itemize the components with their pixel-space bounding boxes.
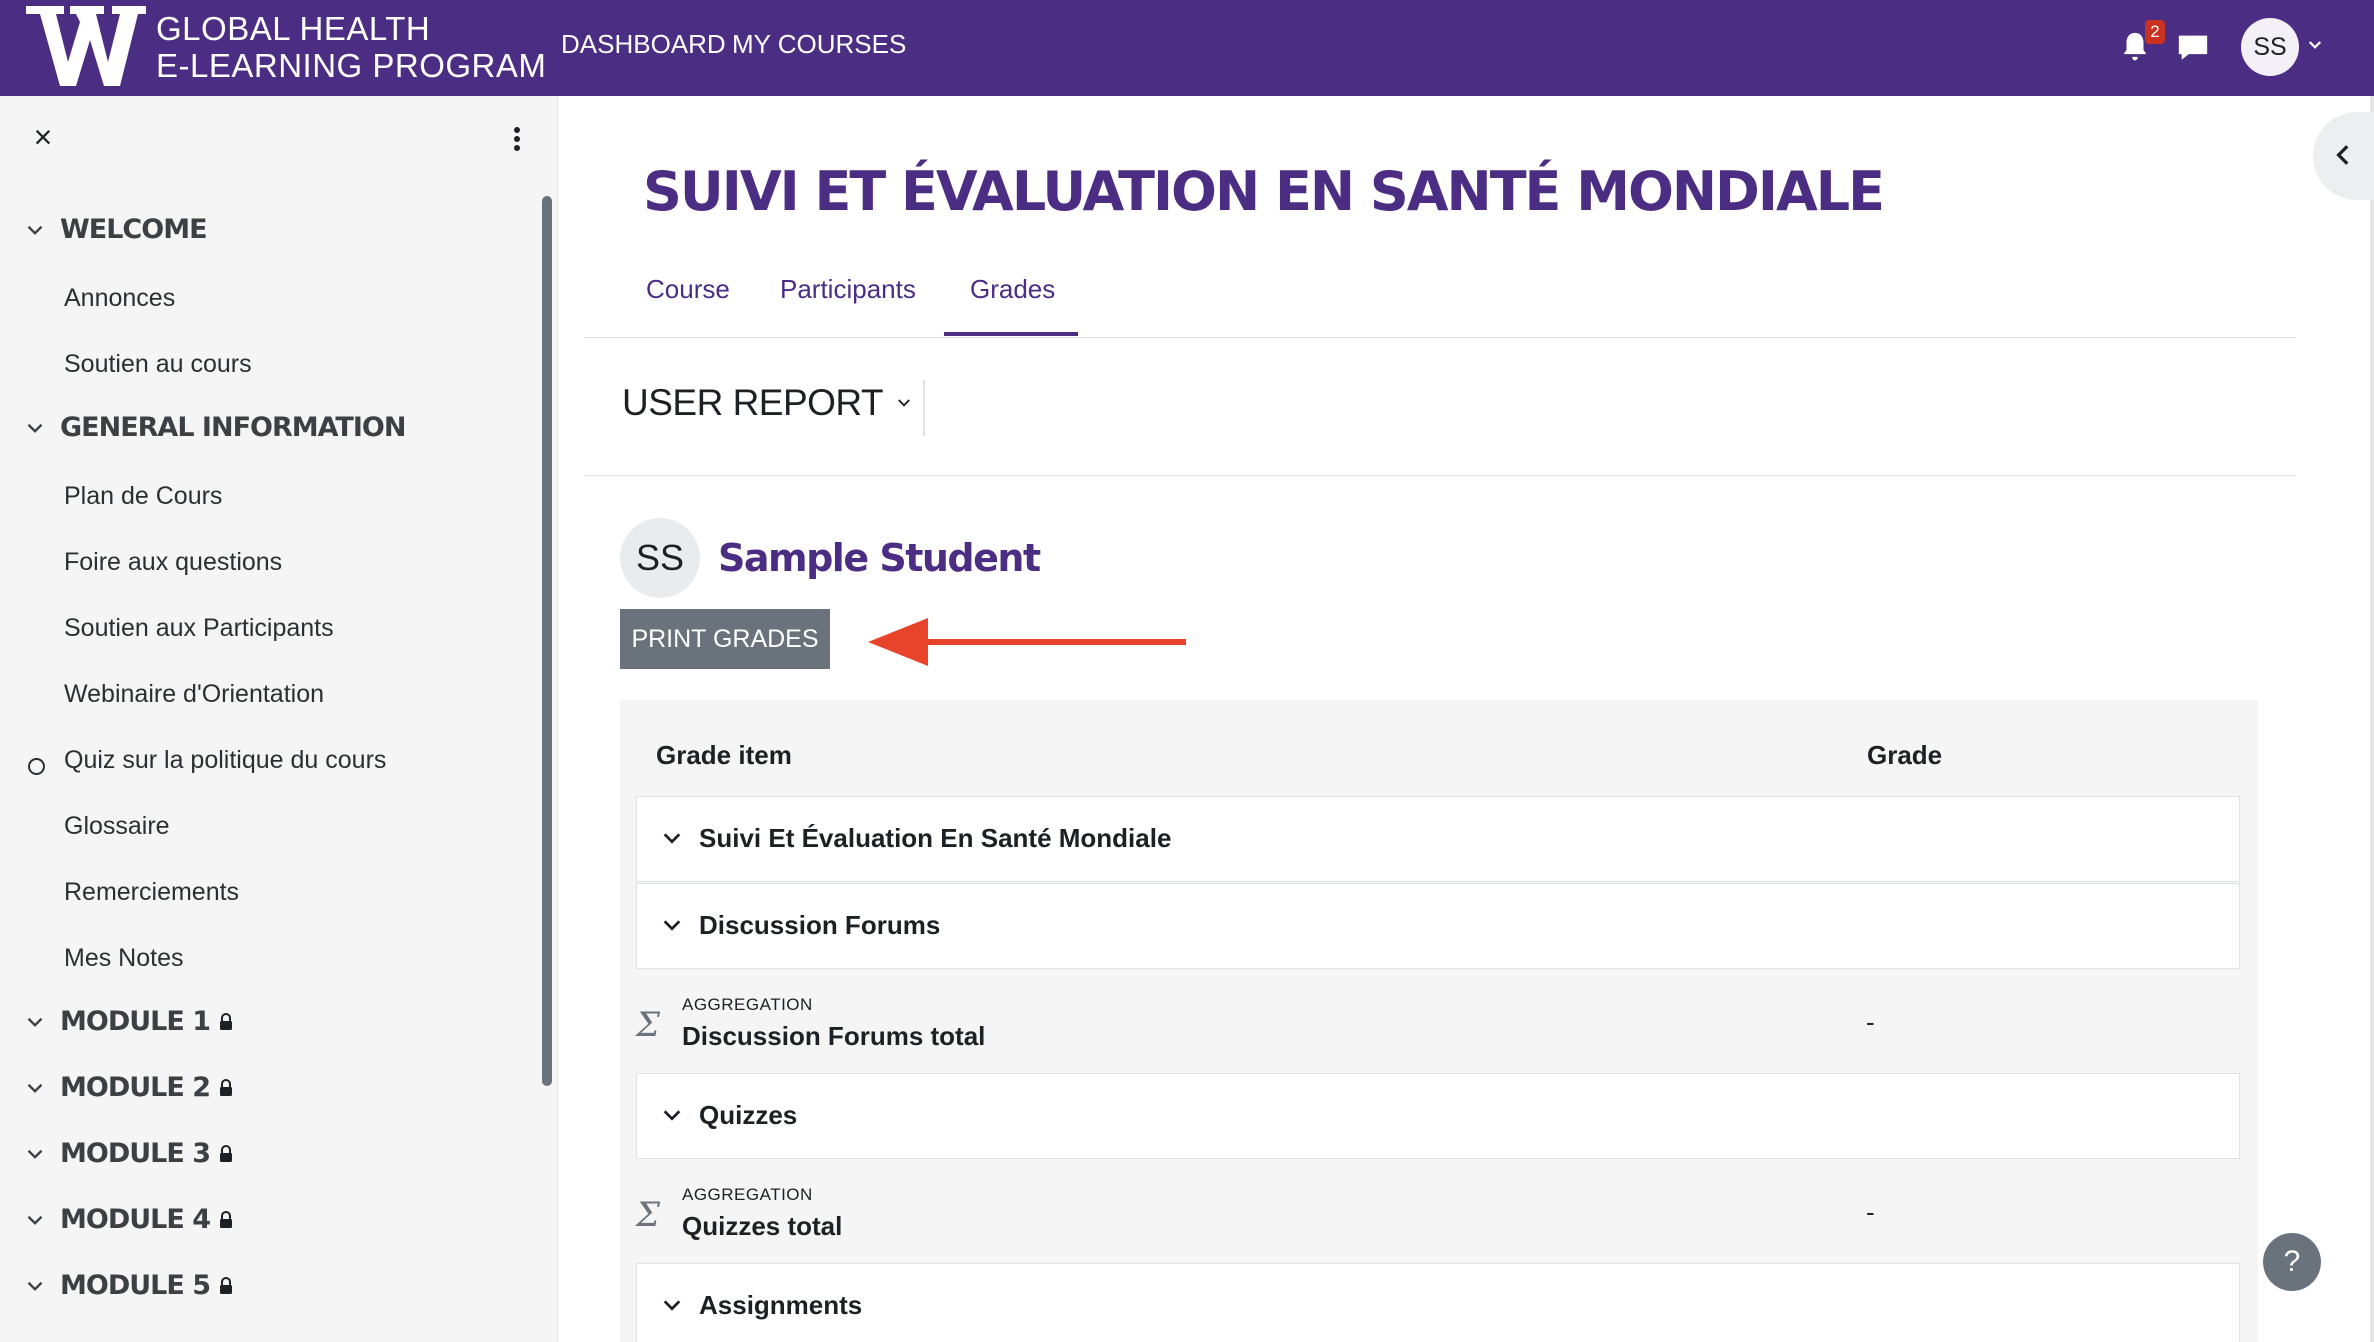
section-title: MODULE 2 [60, 1072, 211, 1103]
chevron-down-icon[interactable] [661, 1294, 683, 1316]
messages-chat-icon[interactable] [2176, 30, 2210, 64]
section-welcome[interactable]: WELCOME [22, 214, 208, 245]
section-title: MODULE 3 [60, 1138, 211, 1169]
toolbar-divider [923, 380, 925, 436]
section-module-1[interactable]: MODULE 1 [22, 1006, 234, 1037]
column-header-grade[interactable]: Grade [1867, 740, 1942, 771]
aggregation-tag: AGGREGATION [682, 995, 813, 1014]
drawer-item-quiz-politique[interactable]: Quiz sur la politique du cours [64, 746, 386, 775]
lock-icon [220, 1276, 232, 1294]
page-title: SUIVI ET ÉVALUATION EN SANTÉ MONDIALE [643, 160, 1885, 223]
aggregation-name: Discussion Forums total [682, 1021, 986, 1051]
report-selector-dropdown[interactable]: USER REPORT [622, 382, 913, 424]
section-title: MODULE 5 [60, 1270, 211, 1301]
nav-my-courses-link[interactable]: MY COURSES [732, 28, 906, 60]
chevron-down-icon[interactable] [22, 1075, 48, 1101]
category-row[interactable]: Quizzes [636, 1073, 2240, 1159]
student-name-link[interactable]: Sample Student [718, 536, 1041, 580]
drawer-item-soutien-au-cours[interactable]: Soutien au cours [64, 350, 252, 379]
drawer-item-foire-aux-questions[interactable]: Foire aux questions [64, 548, 282, 577]
report-toolbar: USER REPORT [584, 338, 2296, 476]
category-label: Quizzes [699, 1100, 798, 1130]
aggregation-name: Quizzes total [682, 1211, 843, 1241]
sigma-icon: Σ [636, 1005, 661, 1045]
nav-dashboard-link[interactable]: DASHBOARD [561, 28, 726, 60]
drawer-item-webinaire[interactable]: Webinaire d'Orientation [64, 680, 324, 709]
section-module-5[interactable]: MODULE 5 [22, 1270, 234, 1301]
section-title: MODULE 4 [60, 1204, 211, 1235]
drawer-item-remerciements[interactable]: Remerciements [64, 878, 239, 907]
section-title: MODULE 1 [60, 1006, 211, 1037]
sigma-icon: Σ [636, 1195, 661, 1235]
annotation-arrow-icon [868, 618, 1186, 666]
uw-logo-icon[interactable] [24, 2, 148, 88]
more-options-icon[interactable] [508, 122, 526, 156]
section-module-4[interactable]: MODULE 4 [22, 1204, 234, 1235]
report-selector-label: USER REPORT [622, 382, 884, 423]
drawer-item-annonces[interactable]: Annonces [64, 284, 175, 313]
right-drawer-edge [2370, 96, 2374, 1342]
drawer-item-plan-de-cours[interactable]: Plan de Cours [64, 482, 222, 511]
lock-icon [220, 1078, 232, 1096]
tab-grades[interactable]: Grades [970, 274, 1055, 305]
tab-participants[interactable]: Participants [780, 274, 916, 305]
close-drawer-icon[interactable]: × [28, 121, 58, 153]
help-button[interactable]: ? [2263, 1233, 2321, 1291]
section-title: GENERAL INFORMATION [60, 412, 406, 443]
chevron-down-icon[interactable] [22, 1207, 48, 1233]
category-label: Discussion Forums [699, 910, 941, 940]
category-row[interactable]: Discussion Forums [636, 883, 2240, 969]
lock-icon [220, 1144, 232, 1162]
drawer-item-soutien-aux-participants[interactable]: Soutien aux Participants [64, 614, 334, 643]
active-tab-indicator [944, 332, 1078, 336]
chevron-down-icon [898, 399, 911, 407]
course-index-drawer: × WELCOME Annonces Soutien au cours GENE… [0, 96, 558, 1342]
top-navbar: GLOBAL HEALTH E-LEARNING PROGRAM DASHBOA… [0, 0, 2374, 96]
aggregation-row: Σ AGGREGATION Quizzes total - [636, 1159, 2240, 1263]
aggregation-row: Σ AGGREGATION Discussion Forums total - [636, 969, 2240, 1073]
lock-icon [220, 1210, 232, 1228]
chevron-down-icon[interactable] [22, 1009, 48, 1035]
student-avatar: SS [620, 518, 700, 598]
category-row[interactable]: Assignments [636, 1263, 2240, 1342]
open-block-drawer-button[interactable] [2313, 112, 2374, 200]
drawer-scrollbar[interactable] [542, 196, 552, 1086]
program-name-line2: E-LEARNING PROGRAM [156, 47, 547, 84]
drawer-item-mes-notes[interactable]: Mes Notes [64, 944, 183, 973]
program-name-line1: GLOBAL HEALTH [156, 10, 431, 47]
chevron-down-icon[interactable] [22, 1273, 48, 1299]
drawer-item-glossaire[interactable]: Glossaire [64, 812, 170, 841]
section-module-3[interactable]: MODULE 3 [22, 1138, 234, 1169]
user-menu-avatar[interactable]: SS [2241, 18, 2299, 76]
chevron-down-icon[interactable] [2306, 36, 2324, 54]
program-name[interactable]: GLOBAL HEALTH E-LEARNING PROGRAM [156, 10, 546, 84]
notification-count-badge: 2 [2145, 20, 2165, 44]
chevron-left-icon [2336, 145, 2349, 165]
chevron-down-icon[interactable] [661, 1104, 683, 1126]
lock-icon [220, 1012, 232, 1030]
course-tabs: Course Participants Grades [584, 250, 2296, 338]
chevron-down-icon[interactable] [22, 1141, 48, 1167]
aggregation-tag: AGGREGATION [682, 1185, 813, 1204]
print-grades-button[interactable]: PRINT GRADES [620, 609, 830, 669]
category-label: Suivi Et Évaluation En Santé Mondiale [699, 823, 1172, 853]
completion-circle-icon [28, 758, 45, 775]
aggregation-grade: - [1866, 1197, 1875, 1227]
chevron-down-icon[interactable] [661, 827, 683, 849]
category-label: Assignments [699, 1290, 863, 1320]
aggregation-grade: - [1866, 1007, 1875, 1037]
section-module-2[interactable]: MODULE 2 [22, 1072, 234, 1103]
section-general-information[interactable]: GENERAL INFORMATION [22, 412, 406, 443]
tab-course[interactable]: Course [646, 274, 730, 305]
column-header-grade-item[interactable]: Grade item [656, 740, 792, 771]
chevron-down-icon[interactable] [22, 415, 48, 441]
section-title: WELCOME [60, 214, 208, 245]
grade-report-table: Grade item Grade Suivi Et Évaluation En … [620, 700, 2258, 1342]
chevron-down-icon[interactable] [22, 217, 48, 243]
chevron-down-icon[interactable] [661, 914, 683, 936]
category-row[interactable]: Suivi Et Évaluation En Santé Mondiale [636, 796, 2240, 882]
